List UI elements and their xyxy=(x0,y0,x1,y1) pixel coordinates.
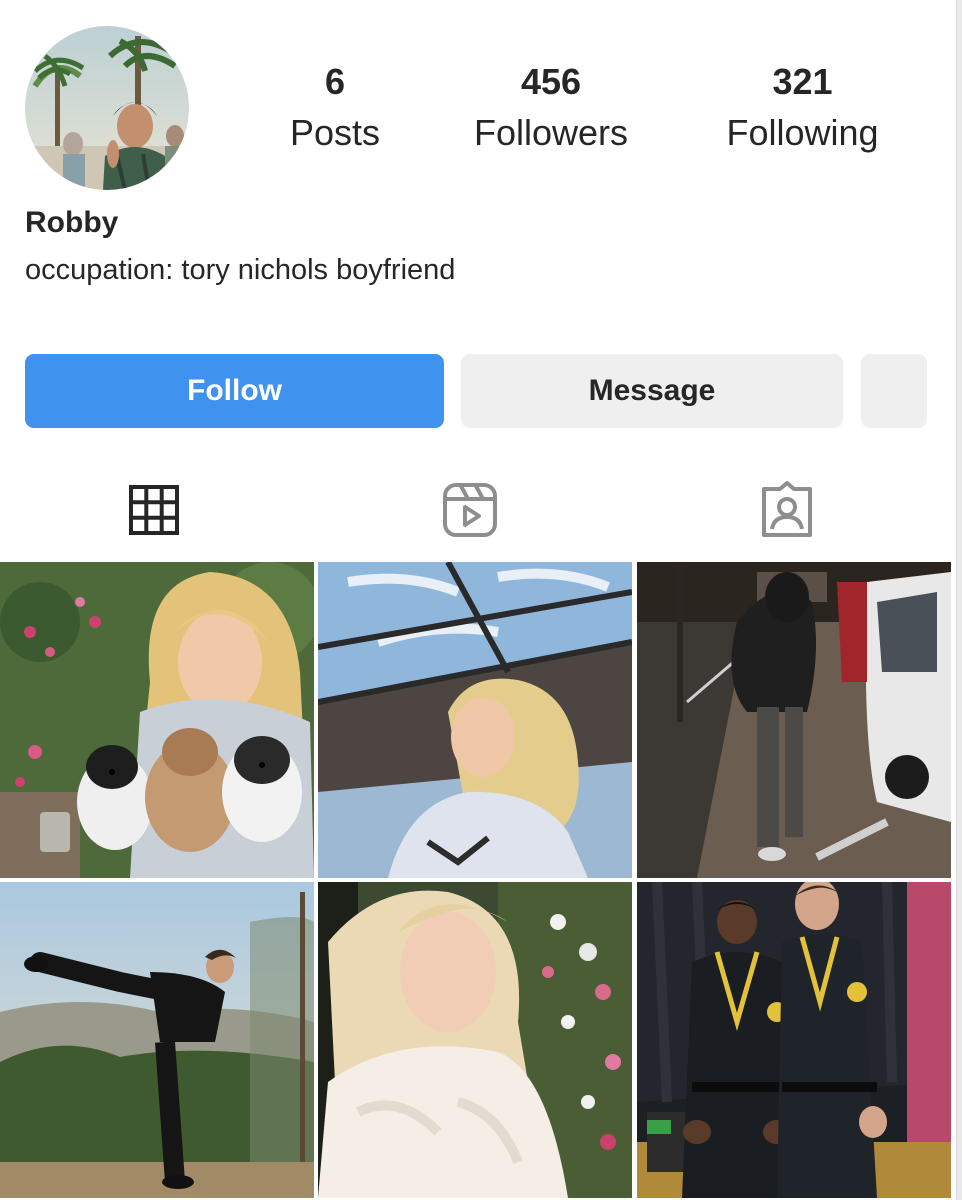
post-tile-1[interactable] xyxy=(0,562,314,878)
girl-with-puppies-photo xyxy=(0,562,314,878)
grid-icon xyxy=(129,485,179,535)
post-tile-3[interactable] xyxy=(637,562,951,878)
tab-posts-grid[interactable] xyxy=(122,478,186,542)
posts-stat: 6 Posts xyxy=(270,60,400,156)
profile-bio: occupation: tory nichols boyfriend xyxy=(25,254,456,286)
followers-count: 456 xyxy=(520,61,582,102)
suggested-accounts-button[interactable] xyxy=(861,354,927,428)
following-stat[interactable]: 321 Following xyxy=(705,60,900,156)
following-count: 321 xyxy=(772,61,833,102)
message-button[interactable]: Message xyxy=(461,354,843,428)
posts-count: 6 xyxy=(324,61,346,102)
tab-reels[interactable] xyxy=(438,478,502,542)
followers-label: Followers xyxy=(473,112,629,153)
follow-button[interactable]: Follow xyxy=(25,354,444,428)
avatar[interactable] xyxy=(25,26,189,190)
following-label: Following xyxy=(726,112,879,153)
scrollbar-edge xyxy=(956,0,962,1200)
profile-photo xyxy=(25,26,189,190)
post-tile-4[interactable] xyxy=(0,882,314,1198)
girl-under-skylight-photo xyxy=(318,562,632,878)
karate-kick-photo xyxy=(0,882,314,1198)
post-tile-6[interactable] xyxy=(637,882,951,1198)
blonde-girl-fur-coat-photo xyxy=(318,882,632,1198)
followers-stat[interactable]: 456 Followers xyxy=(455,60,647,156)
reels-icon xyxy=(443,483,497,537)
tab-tagged[interactable] xyxy=(755,478,819,542)
profile-name: Robby xyxy=(25,206,119,239)
post-tile-5[interactable] xyxy=(318,882,632,1198)
night-street-photo xyxy=(637,562,951,878)
post-tile-2[interactable] xyxy=(318,562,632,878)
two-karate-students-photo xyxy=(637,882,951,1198)
posts-label: Posts xyxy=(289,112,381,153)
tagged-icon xyxy=(762,481,812,537)
